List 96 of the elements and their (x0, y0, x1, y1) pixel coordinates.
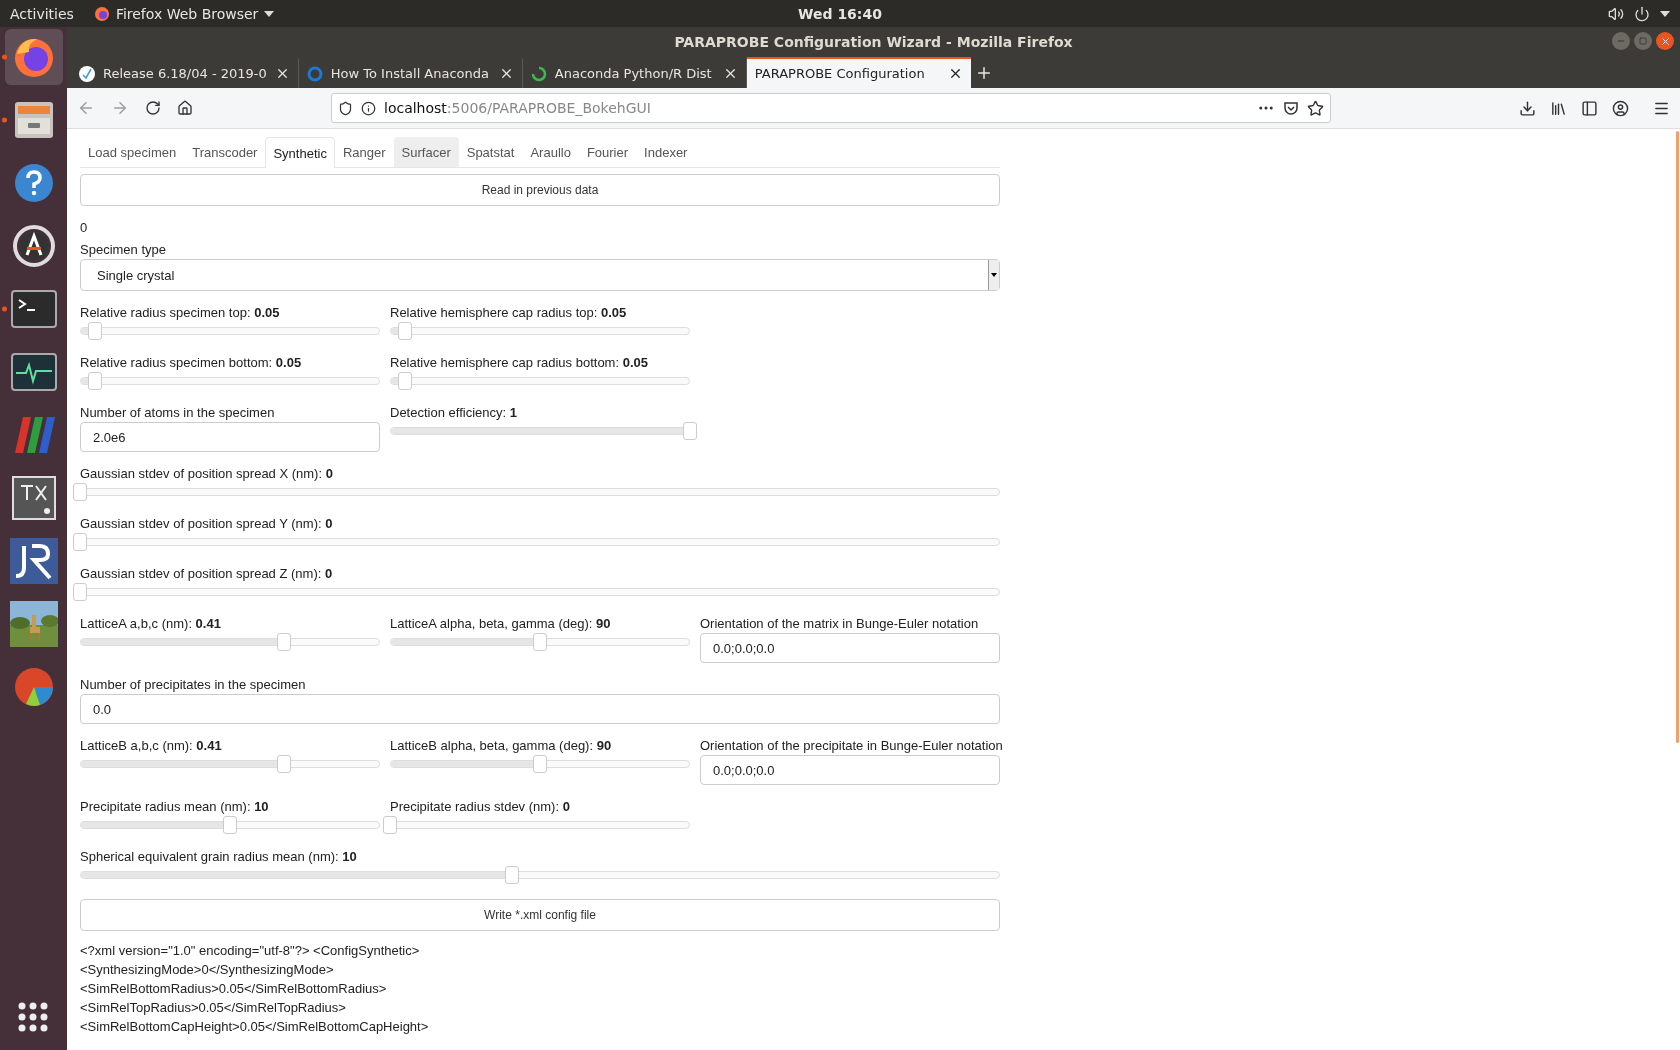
counter-text: 0 (80, 220, 89, 235)
texmaker-icon[interactable] (11, 476, 56, 520)
slider-label: Precipitate radius stdev (nm): 0 (390, 799, 571, 814)
input-field[interactable]: 0.0;0.0;0.0 (700, 633, 1000, 663)
app-tab[interactable]: Synthetic (265, 137, 335, 168)
forward-arrow-icon (111, 99, 129, 117)
power-icon[interactable] (1634, 5, 1650, 22)
field-label: Specimen type (80, 242, 167, 257)
caret-icon (991, 273, 997, 277)
slider-label: Precipitate radius mean (nm): 10 (80, 799, 270, 814)
app-tab[interactable]: Spatstat (458, 137, 523, 167)
volume-icon[interactable] (1608, 5, 1624, 22)
slider-thumb[interactable] (505, 866, 520, 884)
jr-logo-icon[interactable] (9, 538, 58, 584)
input-field[interactable]: 0.0;0.0;0.0 (700, 755, 1000, 785)
app-tab[interactable]: Fourier (578, 137, 637, 167)
slider-label: Detection efficiency: 1 (390, 405, 518, 420)
checkmark-icon (79, 65, 95, 82)
close-icon (1659, 35, 1671, 47)
slider-label: LatticeB a,b,c (nm): 0.41 (80, 738, 223, 753)
field-label: Orientation of the matrix in Bunge-Euler notation (700, 616, 980, 631)
app-tab[interactable]: Ranger (334, 137, 394, 167)
app-grid-icon[interactable] (18, 1002, 48, 1032)
slider-label: Relative radius specimen top: 0.05 (80, 305, 281, 320)
slider-label: Gaussian stdev of position spread X (nm): 0 (80, 466, 334, 481)
shield-icon[interactable] (338, 100, 353, 116)
running-dot (1, 54, 7, 60)
xml-text-line: <SynthesizingMode>0</SynthesizingMode> (80, 961, 335, 979)
xml-text-line: <SimRelTopRadius>0.05</SimRelTopRadius> (80, 999, 347, 1017)
slider-thumb[interactable] (223, 816, 237, 834)
terminal-icon[interactable] (10, 290, 57, 328)
app-tab[interactable]: Indexer (636, 137, 696, 167)
app-tab[interactable]: Araullo (522, 137, 579, 167)
slider-thumb[interactable] (73, 483, 87, 501)
xml-text-line: <SimRelBottomRadius>0.05</SimRelBottomRadius> (80, 980, 388, 998)
slider-label: LatticeA a,b,c (nm): 0.41 (80, 616, 222, 631)
browser-tab[interactable]: PARAPROBE Configuration (746, 57, 971, 88)
slider-thumb[interactable] (398, 372, 412, 390)
slider-thumb[interactable] (88, 372, 102, 390)
clock[interactable]: Wed 16:40 (798, 5, 882, 22)
slider-label: Relative hemisphere cap radius top: 0.05 (390, 305, 628, 320)
loading-spinner-icon (530, 65, 547, 82)
write-config-button[interactable]: Write *.xml config file (80, 899, 1000, 931)
slider-thumb[interactable] (277, 755, 291, 773)
slider-thumb[interactable] (533, 633, 547, 651)
library-icon (1550, 99, 1567, 117)
slider-label: LatticeA alpha, beta, gamma (deg): 90 (390, 616, 612, 631)
app-tab[interactable]: Transcoder (184, 137, 266, 167)
running-dot (1, 117, 7, 123)
home-icon (177, 100, 193, 116)
input-field[interactable]: 0.0 (80, 694, 1000, 724)
info-icon[interactable] (361, 100, 376, 116)
slider-label: Gaussian stdev of position spread Y (nm): 0 (80, 516, 334, 531)
field-label: Number of precipitates in the specimen (80, 677, 307, 692)
specimen-type-select[interactable]: Single crystal (80, 259, 1000, 291)
bookmark-star-icon[interactable] (1307, 99, 1324, 117)
window-title: PARAPROBE Configuration Wizard - Mozilla Firefox (674, 34, 1073, 50)
slider-thumb[interactable] (73, 533, 87, 551)
slider-thumb[interactable] (277, 633, 291, 651)
slider-label: Gaussian stdev of position spread Z (nm): 0 (80, 566, 334, 581)
pocket-icon[interactable] (1283, 100, 1299, 116)
system-monitor-icon[interactable] (10, 353, 57, 391)
download-icon (1519, 99, 1536, 117)
dropdown-arrow-icon (264, 10, 275, 17)
slider-label: Relative hemisphere cap radius bottom: 0.05 (390, 355, 649, 370)
xml-text-line: <?xml version="1.0" encoding="utf-8"?> <ConfigSynthetic> (80, 942, 421, 960)
slider-label: LatticeB alpha, beta, gamma (deg): 90 (390, 738, 613, 753)
slider-thumb[interactable] (88, 322, 102, 340)
running-dot (1, 306, 7, 312)
ring-icon (306, 65, 323, 82)
app-tab[interactable]: Load specimen (80, 137, 185, 167)
software-updater-icon[interactable] (11, 224, 56, 268)
app-menu[interactable]: Firefox Web Browser (83, 5, 285, 22)
slider-label: Spherical equivalent grain radius mean (nm): 10 (80, 849, 358, 864)
slider-thumb[interactable] (383, 816, 397, 834)
scrollbar-thumb[interactable] (1676, 131, 1679, 743)
input-field[interactable]: 2.0e6 (80, 422, 380, 452)
firefox-icon (93, 5, 110, 22)
sidebar-icon (1581, 99, 1598, 117)
slider-thumb[interactable] (533, 755, 547, 773)
slider-label: Relative radius specimen bottom: 0.05 (80, 355, 303, 370)
read-data-button[interactable]: Read in previous data (80, 174, 1000, 206)
close-button[interactable] (1656, 32, 1674, 50)
field-label: Number of atoms in the specimen (80, 405, 276, 420)
help-icon[interactable] (12, 162, 55, 204)
xml-text-line: <SimRelBottomCapHeight>0.05</SimRelBottomCapHeight> (80, 1018, 430, 1036)
field-label: Orientation of the precipitate in Bunge-Euler notation (700, 738, 1000, 753)
slider-thumb[interactable] (683, 422, 697, 440)
account-icon (1612, 99, 1629, 117)
slider-thumb[interactable] (73, 583, 87, 601)
app-tab[interactable]: Surfacer (393, 137, 459, 167)
maximize-icon (1639, 37, 1647, 45)
reload-icon (145, 100, 161, 116)
slider-thumb[interactable] (398, 322, 412, 340)
dropdown-arrow-icon[interactable] (1660, 10, 1670, 17)
activities-button[interactable]: Activities (0, 5, 84, 22)
